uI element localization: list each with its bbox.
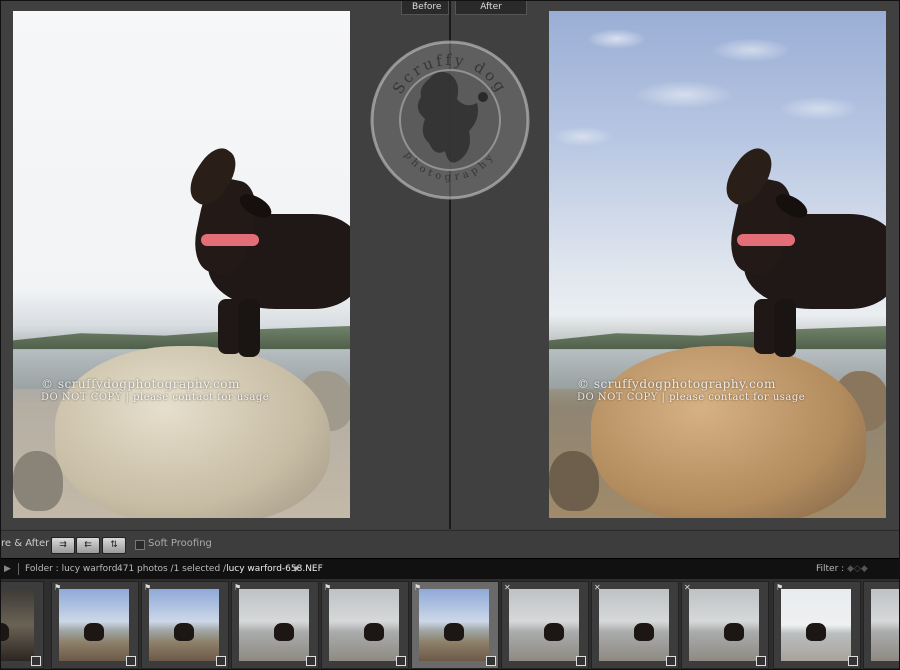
pick-flag-icon[interactable]: ⚑: [234, 583, 241, 592]
filmstrip-thumbnail[interactable]: ✕: [591, 581, 679, 669]
photo-count-label: 471 photos /1 selected /lucy warford-658…: [117, 564, 323, 574]
filmstrip-thumbnail[interactable]: ✕: [501, 581, 589, 669]
thumbnail-image: [59, 589, 129, 661]
reject-flag-icon[interactable]: ✕: [594, 583, 601, 592]
thumbnail-dog: [634, 623, 654, 641]
chevron-down-icon[interactable]: ▼: [293, 565, 298, 573]
watermark-copyright: © scruffydogphotography.com: [577, 377, 776, 391]
filmstrip-thumbnail[interactable]: ⚑: [321, 581, 409, 669]
edited-badge-icon: [666, 656, 676, 666]
before-after-compare-view: © scruffydogphotography.com DO NOT COPY …: [1, 1, 899, 529]
copy-before-to-after-button[interactable]: ⇉: [51, 537, 75, 554]
copy-after-to-before-button[interactable]: ⇇: [76, 537, 100, 554]
reject-flag-icon[interactable]: ✕: [504, 583, 511, 592]
thumbnail-dog: [174, 623, 194, 641]
filmstrip-thumbnail[interactable]: ⚑: [51, 581, 139, 669]
soft-proofing-checkbox[interactable]: [135, 540, 145, 550]
edited-badge-icon: [756, 656, 766, 666]
before-label: Before: [401, 1, 449, 15]
dachshund-dog: [717, 141, 886, 369]
count-text: 471 photos /1 selected /: [117, 564, 227, 574]
thumbnail-image: [781, 589, 851, 661]
thumbnail-image: [419, 589, 489, 661]
dachshund-dog: [181, 141, 350, 369]
folder-source-label[interactable]: Folder : lucy warford: [25, 564, 117, 574]
filmstrip-thumbnail[interactable]: ⚑: [411, 581, 499, 669]
navigate-forward-icon[interactable]: ▶: [4, 564, 11, 574]
thumbnail-image: [239, 589, 309, 661]
thumbnail-image: [329, 589, 399, 661]
after-label: After: [455, 1, 527, 15]
edited-badge-icon: [306, 656, 316, 666]
filmstrip-thumbnail[interactable]: ⚑: [231, 581, 319, 669]
large-rock: [55, 346, 330, 518]
edited-badge-icon: [848, 656, 858, 666]
thumbnail-dog: [444, 623, 464, 641]
edited-badge-icon: [576, 656, 586, 666]
filmstrip: ⚑ ⚑ ⚑ ⚑ ⚑ ✕ ✕ ✕ ⚑: [1, 579, 899, 669]
edited-badge-icon: [126, 656, 136, 666]
thumbnail-dog: [84, 623, 104, 641]
watermark-notice: DO NOT COPY | please contact for usage: [41, 392, 270, 403]
arrow-right-icon: ⇉: [59, 540, 67, 550]
thumbnail-dog: [544, 623, 564, 641]
filmstrip-thumbnail[interactable]: ✕: [681, 581, 769, 669]
thumbnail-image: [509, 589, 579, 661]
large-rock: [591, 346, 866, 518]
filter-presets-icon[interactable]: ◆◇◆: [847, 564, 868, 574]
small-rock: [13, 451, 63, 511]
thumbnail-dog: [806, 623, 826, 641]
toolbar: re & After : ⇉ ⇇ ⇅ Soft Proofing: [1, 530, 899, 558]
thumbnail-image: [599, 589, 669, 661]
separator: [18, 563, 19, 575]
selected-filename: lucy warford-658.NEF: [226, 564, 323, 574]
pick-flag-icon[interactable]: ⚑: [144, 583, 151, 592]
watermark-copyright: © scruffydogphotography.com: [41, 377, 240, 391]
reject-flag-icon[interactable]: ✕: [684, 583, 691, 592]
thumbnail-dog: [274, 623, 294, 641]
pick-flag-icon[interactable]: ⚑: [776, 583, 783, 592]
thumbnail-image: [689, 589, 759, 661]
after-photo: © scruffydogphotography.com DO NOT COPY …: [549, 11, 886, 518]
lightroom-window: © scruffydogphotography.com DO NOT COPY …: [0, 0, 900, 670]
edited-badge-icon: [486, 656, 496, 666]
swap-before-after-button[interactable]: ⇅: [102, 537, 126, 554]
filmstrip-thumbnail[interactable]: ⚑: [773, 581, 861, 669]
soft-proofing-label[interactable]: Soft Proofing: [148, 538, 212, 549]
before-after-view-label: re & After :: [1, 538, 56, 549]
thumbnail-image: [149, 589, 219, 661]
pick-flag-icon[interactable]: ⚑: [324, 583, 331, 592]
arrow-left-icon: ⇇: [84, 540, 92, 550]
before-photo: © scruffydogphotography.com DO NOT COPY …: [13, 11, 350, 518]
thumbnail-image: [1, 589, 34, 661]
pick-flag-icon[interactable]: ⚑: [414, 583, 421, 592]
pick-flag-icon[interactable]: ⚑: [54, 583, 61, 592]
filmstrip-header: ▶ Folder : lucy warford 471 photos /1 se…: [1, 558, 899, 579]
thumbnail-image: [871, 589, 899, 661]
edited-badge-icon: [216, 656, 226, 666]
thumbnail-dog: [364, 623, 384, 641]
small-rock: [549, 451, 599, 511]
filmstrip-thumbnail[interactable]: ⚑: [141, 581, 229, 669]
thumbnail-dog: [1, 623, 9, 641]
scruffy-dog-logo-watermark: Scruffy dog photography: [370, 40, 530, 200]
edited-badge-icon: [31, 656, 41, 666]
filter-label: Filter :: [816, 564, 845, 574]
filmstrip-thumbnail[interactable]: [1, 581, 44, 669]
filmstrip-thumbnail[interactable]: [863, 581, 899, 669]
watermark-notice: DO NOT COPY | please contact for usage: [577, 392, 806, 403]
thumbnail-dog: [724, 623, 744, 641]
edited-badge-icon: [396, 656, 406, 666]
swap-icon: ⇅: [110, 540, 118, 550]
